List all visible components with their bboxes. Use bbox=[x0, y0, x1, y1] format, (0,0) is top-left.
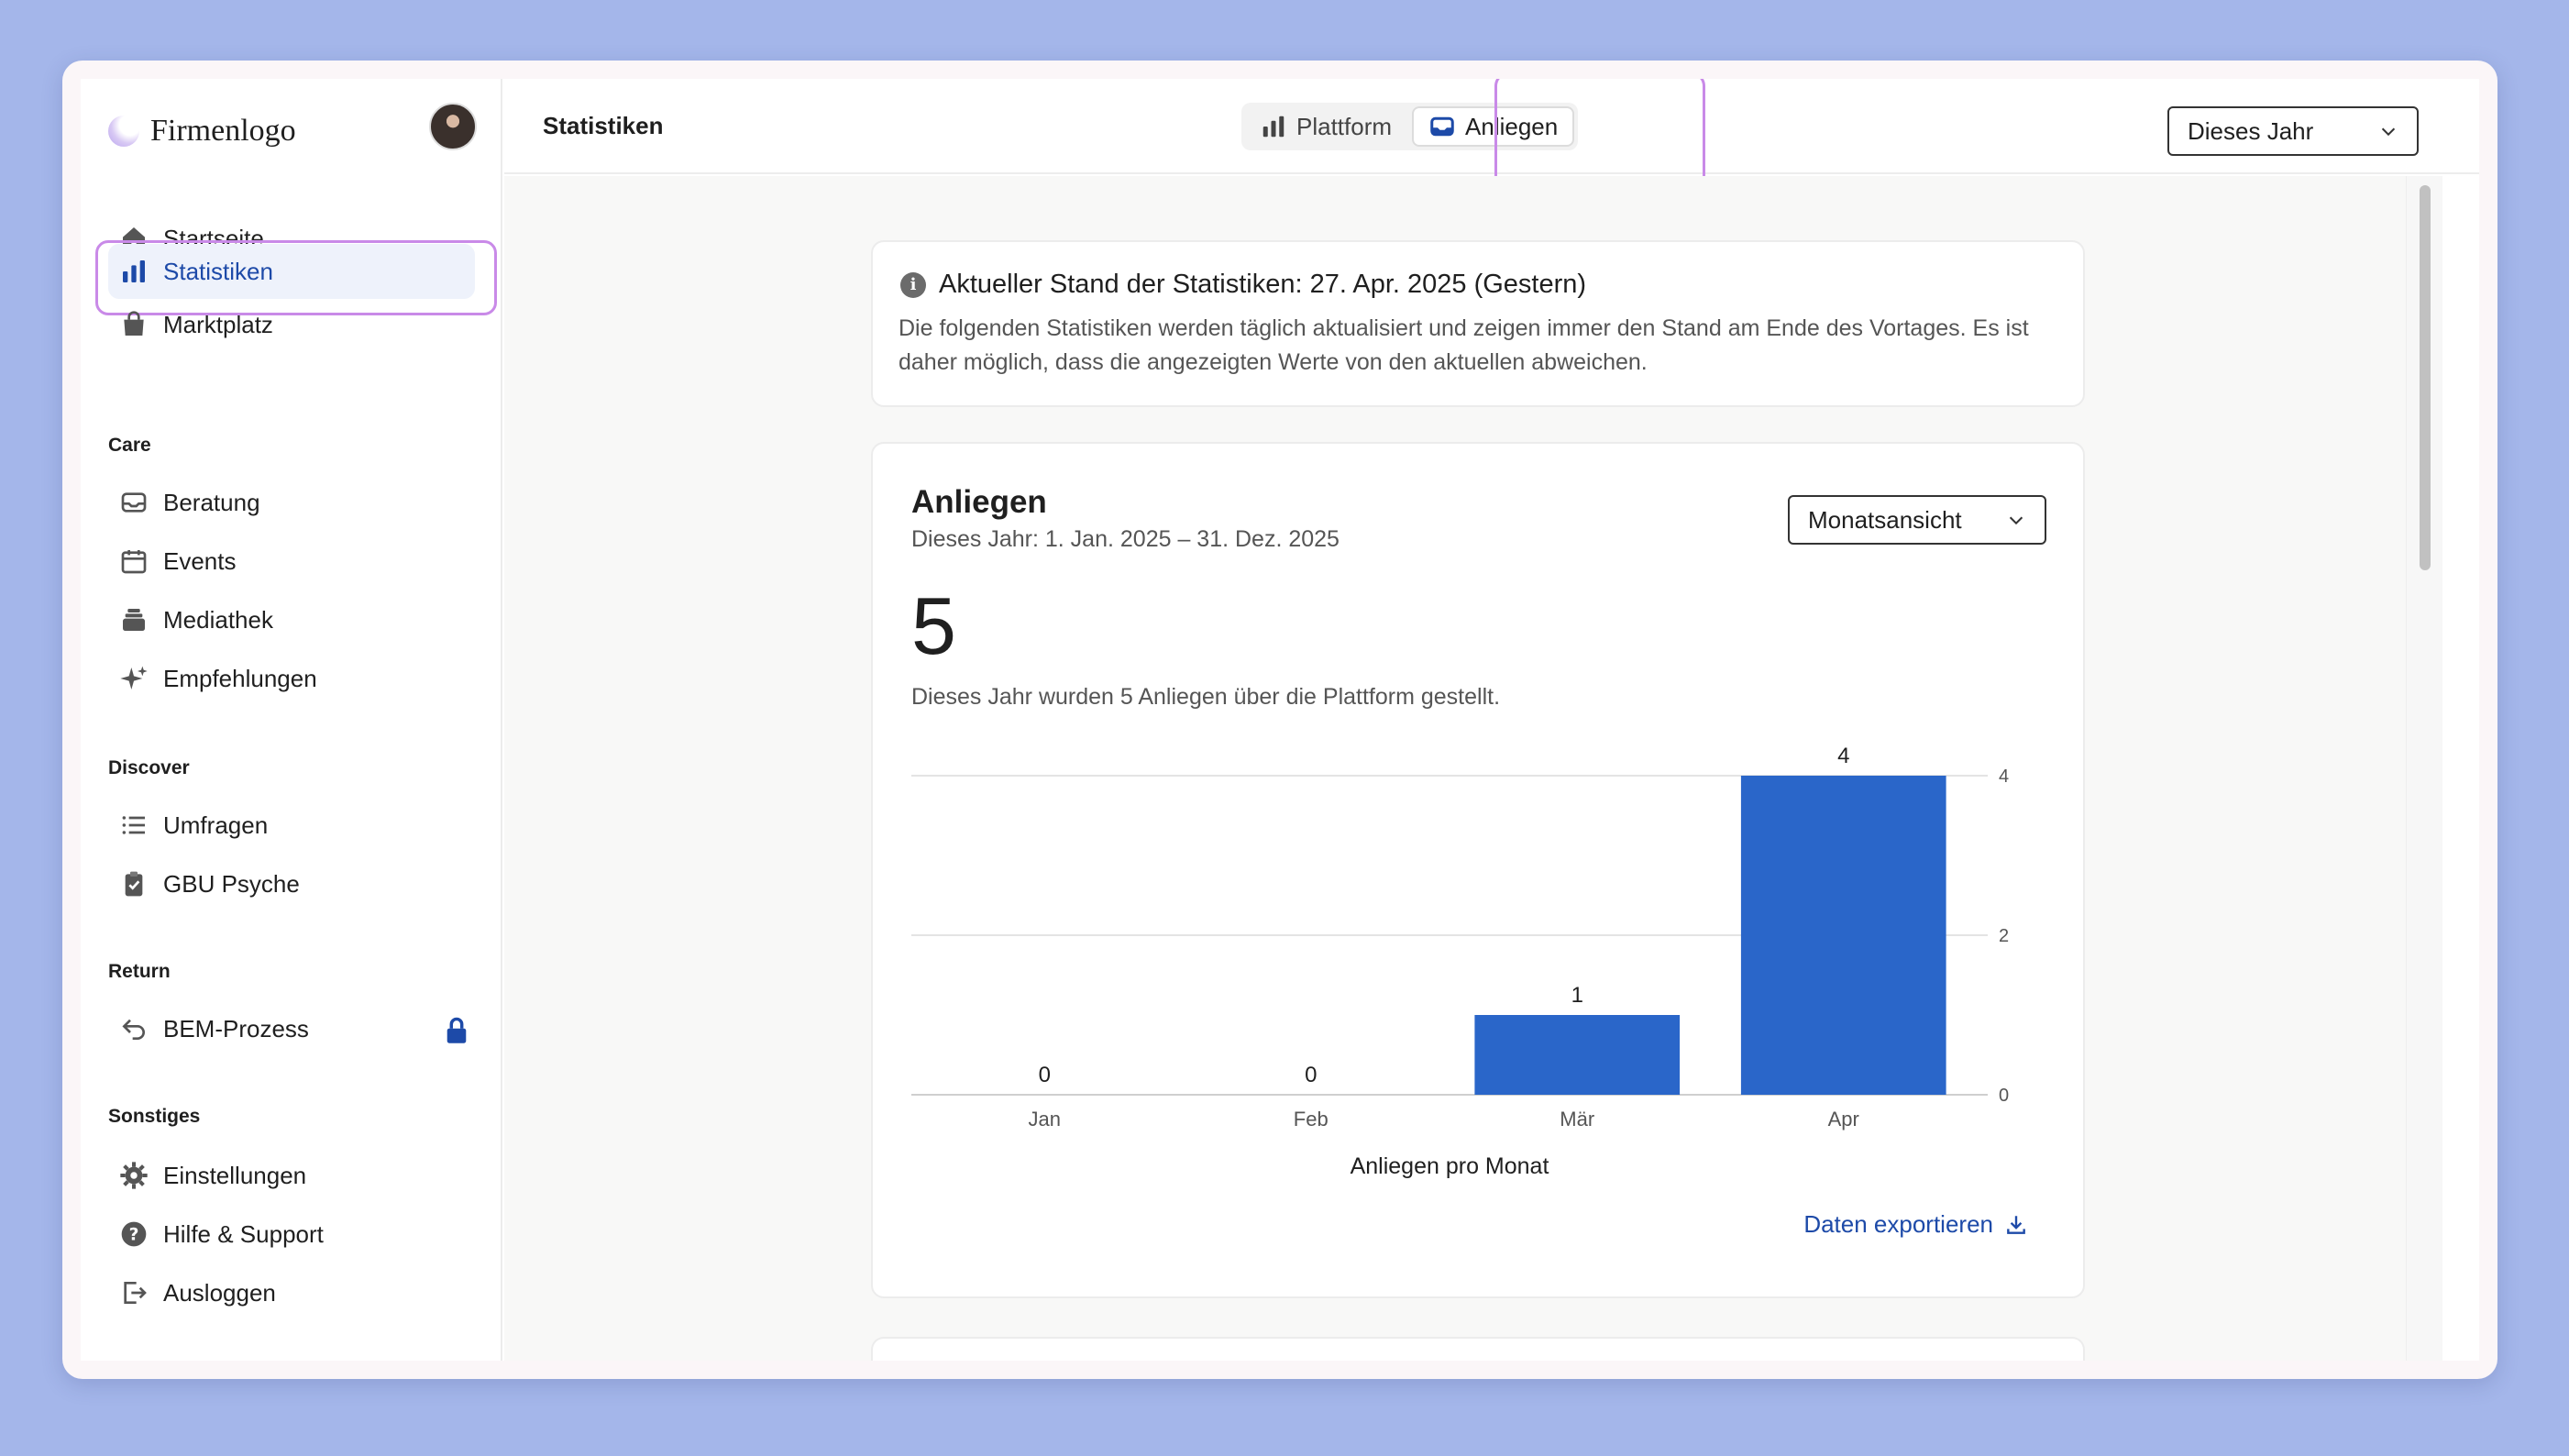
sidebar-item-mediathek[interactable]: Mediathek bbox=[108, 592, 475, 647]
x-tick-label: Mär bbox=[1560, 1108, 1594, 1131]
logout-icon bbox=[124, 1282, 147, 1304]
anliegen-card: Anliegen Dieses Jahr: 1. Jan. 2025 – 31.… bbox=[871, 442, 2085, 1298]
sidebar-item-label: Statistiken bbox=[163, 257, 273, 285]
sidebar-item-bem-prozess[interactable]: BEM-Prozess bbox=[108, 1001, 475, 1056]
bar bbox=[1740, 776, 1946, 1095]
period-select[interactable]: Dieses Jahr bbox=[2167, 106, 2419, 156]
sidebar-item-events[interactable]: Events bbox=[108, 534, 475, 589]
x-axis-label: Anliegen pro Monat bbox=[1351, 1153, 1549, 1179]
sidebar-item-label: Mediathek bbox=[163, 605, 273, 634]
bar-chart: 0 2 4 0 Jan 0 Feb 1 Mär 4 Apr Anliegen pro Monat bbox=[911, 744, 2009, 1179]
info-icon: i bbox=[900, 271, 926, 298]
data-label: 4 bbox=[1837, 744, 1849, 768]
sidebar-item-label: Beratung bbox=[163, 488, 260, 516]
list-icon bbox=[122, 816, 145, 834]
sidebar-item-umfragen[interactable]: Umfragen bbox=[108, 798, 475, 853]
stack-icon bbox=[123, 609, 145, 631]
sidebar-item-statistiken[interactable]: Statistiken bbox=[95, 240, 497, 315]
section-label-care: Care bbox=[108, 435, 151, 456]
lock-icon bbox=[447, 1017, 467, 1043]
sidebar-item-label: BEM-Prozess bbox=[163, 1014, 309, 1042]
section-label-sonstiges: Sonstiges bbox=[108, 1106, 201, 1127]
bar-chart-icon bbox=[1262, 116, 1284, 138]
main-content: i Aktueller Stand der Statistiken: 27. A… bbox=[504, 176, 2442, 1361]
bar-chart-icon bbox=[123, 260, 145, 282]
data-label: 0 bbox=[1039, 1063, 1051, 1087]
sparkles-icon bbox=[120, 666, 148, 689]
sidebar-item-label: Hilfe & Support bbox=[163, 1219, 324, 1248]
y-tick-label: 2 bbox=[1999, 926, 2009, 946]
brand-logo[interactable]: Firmenlogo bbox=[108, 114, 296, 149]
data-label: 0 bbox=[1305, 1063, 1317, 1087]
sidebar-item-label: Ausloggen bbox=[163, 1278, 276, 1307]
sidebar-item-label: Umfragen bbox=[163, 811, 269, 839]
sidebar-item-beratung[interactable]: Beratung bbox=[108, 475, 475, 530]
inbox-icon bbox=[121, 492, 147, 513]
period-select-value: Dieses Jahr bbox=[2188, 116, 2314, 145]
sidebar-item-empfehlungen[interactable]: Empfehlungen bbox=[108, 651, 475, 706]
return-arrow-icon bbox=[122, 1019, 145, 1040]
inbox-icon bbox=[1430, 116, 1454, 137]
next-card bbox=[871, 1337, 2085, 1361]
app-window: Firmenlogo Startseite Statistiken Marktp… bbox=[81, 79, 2479, 1361]
info-title: Aktueller Stand der Statistiken: 27. Apr… bbox=[939, 270, 1587, 299]
sidebar-item-hilfe-support[interactable]: ? Hilfe & Support bbox=[108, 1207, 475, 1262]
section-label-return: Return bbox=[108, 961, 171, 982]
page-title: Statistiken bbox=[543, 112, 664, 139]
sidebar-item-einstellungen[interactable]: Einstellungen bbox=[108, 1148, 475, 1203]
sidebar-item-label: Events bbox=[163, 546, 237, 575]
chevron-down-icon bbox=[2381, 127, 2396, 137]
x-tick-label: Feb bbox=[1294, 1108, 1329, 1131]
svg-text:?: ? bbox=[129, 1226, 139, 1245]
tab-label: Anliegen bbox=[1465, 112, 1559, 140]
sidebar-item-label: Empfehlungen bbox=[163, 664, 317, 692]
sidebar-item-gbu-psyche[interactable]: GBU Psyche bbox=[108, 856, 475, 911]
topbar: Statistiken Plattform Anliegen Dieses Ja… bbox=[504, 79, 2479, 196]
x-tick-label: Apr bbox=[1828, 1108, 1859, 1131]
help-icon: ? bbox=[121, 1221, 147, 1247]
y-tick-label: 4 bbox=[1999, 767, 2009, 787]
shopping-bag-icon bbox=[124, 311, 144, 336]
download-icon bbox=[2007, 1215, 2025, 1234]
logo-icon bbox=[108, 116, 139, 147]
sidebar-item-ausloggen[interactable]: Ausloggen bbox=[108, 1265, 475, 1320]
export-button[interactable]: Daten exportieren bbox=[1803, 1210, 2028, 1239]
sidebar-item-label: Marktplatz bbox=[163, 310, 273, 338]
scrollbar-thumb[interactable] bbox=[2420, 185, 2431, 570]
data-label: 1 bbox=[1571, 983, 1583, 1008]
brand-name: Firmenlogo bbox=[150, 114, 296, 148]
sidebar-item-label: Einstellungen bbox=[163, 1161, 307, 1189]
gear-icon bbox=[120, 1162, 148, 1189]
clipboard-check-icon bbox=[125, 871, 143, 897]
view-toggle: Plattform Anliegen bbox=[1241, 103, 1579, 150]
sidebar-item-label: GBU Psyche bbox=[163, 869, 300, 898]
scrollbar[interactable] bbox=[2406, 176, 2442, 1361]
info-text: Die folgenden Statistiken werden täglich… bbox=[899, 315, 2029, 375]
y-tick-label: 0 bbox=[1999, 1086, 2009, 1106]
sidebar-item-marktplatz[interactable]: Marktplatz bbox=[108, 297, 475, 352]
sidebar: Firmenlogo Startseite Statistiken Marktp… bbox=[81, 79, 502, 1361]
info-card: i Aktueller Stand der Statistiken: 27. A… bbox=[871, 240, 2085, 407]
tab-anliegen[interactable]: Anliegen bbox=[1412, 106, 1575, 147]
x-tick-label: Jan bbox=[1029, 1108, 1061, 1131]
section-label-discover: Discover bbox=[108, 757, 190, 778]
bar bbox=[1474, 1015, 1681, 1095]
avatar[interactable] bbox=[429, 103, 477, 150]
info-title-row: i Aktueller Stand der Statistiken: 27. A… bbox=[900, 270, 1586, 300]
calendar-icon bbox=[121, 550, 147, 574]
tab-plattform[interactable]: Plattform bbox=[1245, 106, 1406, 147]
tab-label: Plattform bbox=[1296, 112, 1393, 140]
export-label: Daten exportieren bbox=[1803, 1210, 1993, 1238]
